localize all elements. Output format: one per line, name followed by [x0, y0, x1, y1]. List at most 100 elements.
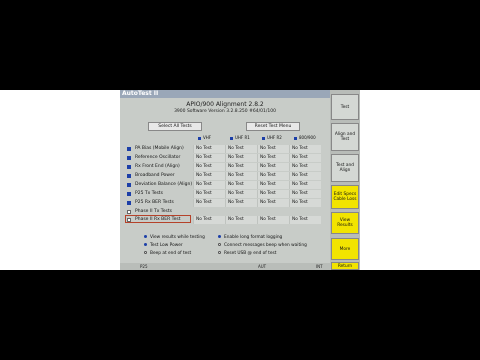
test-row-reference-oscillator[interactable]: Reference Oscillator No Test No Test No …: [125, 154, 321, 162]
result-cell: No Test: [289, 172, 321, 180]
status-aut: AUT: [258, 264, 267, 269]
option-label: Connect messages beep when waiting: [224, 243, 307, 248]
result-cell: No Test: [289, 199, 321, 207]
select-all-tests-button[interactable]: Select All Tests: [148, 122, 202, 131]
option-beep-end[interactable]: Beep at end of test: [144, 251, 191, 256]
checkbox-icon[interactable]: [127, 201, 131, 205]
option-view-results[interactable]: View results while testing: [144, 235, 205, 240]
column-vhf[interactable]: VHF: [198, 135, 211, 140]
result-cell: No Test: [225, 216, 257, 224]
result-cell: No Test: [225, 145, 257, 153]
checkbox-icon[interactable]: [127, 174, 131, 178]
checkbox-icon: [198, 136, 201, 140]
test-row-broadband-power[interactable]: Broadband Power No Test No Test No Test …: [125, 172, 321, 180]
status-bar: P25 AUT INT: [120, 263, 330, 270]
softkey-test-and-align[interactable]: Test and Align: [331, 154, 359, 182]
result-cell: No Test: [289, 145, 321, 153]
option-label: Reset USB @ end of test: [224, 251, 277, 256]
radio-icon: [144, 251, 147, 254]
softkey-view-results[interactable]: View Results: [331, 212, 359, 234]
result-cell: No Test: [193, 181, 225, 189]
reset-test-menu-button[interactable]: Reset Test Menu: [246, 122, 300, 131]
test-label: PA Bias (Mobile Align): [135, 146, 184, 151]
window-titlebar: AutoTest II: [120, 90, 330, 98]
status-int: INT: [316, 264, 323, 269]
screen: AutoTest II APIO/900 Alignment 2.8.2 390…: [0, 90, 480, 270]
option-test-low-power[interactable]: Test Low Power: [144, 243, 183, 248]
checkbox-icon[interactable]: [127, 210, 131, 214]
test-row-rx-front-end[interactable]: Rx Front End (Align) No Test No Test No …: [125, 163, 321, 171]
result-cell: No Test: [257, 163, 289, 171]
result-cell: No Test: [257, 172, 289, 180]
result-cell: No Test: [225, 199, 257, 207]
column-800-900[interactable]: 800/900: [294, 135, 316, 140]
selection-highlight: [125, 215, 191, 223]
result-cell: No Test: [225, 172, 257, 180]
column-uhf-r2[interactable]: UHF R2: [262, 135, 282, 140]
softkey-return[interactable]: Return: [331, 262, 359, 270]
radio-icon: [218, 243, 221, 246]
radio-icon: [218, 235, 221, 238]
checkbox-icon[interactable]: [127, 183, 131, 187]
option-label: View results while testing: [150, 235, 205, 240]
result-cell: No Test: [225, 154, 257, 162]
radio-icon: [218, 251, 221, 254]
result-cell: No Test: [257, 190, 289, 198]
checkbox-icon[interactable]: [127, 147, 131, 151]
checkbox-icon: [230, 136, 233, 140]
checkbox-icon[interactable]: [127, 165, 131, 169]
page-title: APIO/900 Alignment 2.8.2: [186, 101, 264, 108]
result-cell: No Test: [225, 163, 257, 171]
result-cell: No Test: [193, 163, 225, 171]
result-cell: No Test: [225, 190, 257, 198]
result-cell: No Test: [193, 199, 225, 207]
software-version: 3900 Software Version 3.2.8.250 #64/01/1…: [174, 109, 276, 114]
option-connect-beep[interactable]: Connect messages beep when waiting: [218, 243, 307, 248]
result-cell: No Test: [193, 190, 225, 198]
column-label: 800/900: [299, 135, 316, 140]
option-label: Test Low Power: [150, 243, 183, 248]
result-cell: No Test: [193, 154, 225, 162]
checkbox-icon[interactable]: [127, 156, 131, 160]
test-row-p25-rx-ber[interactable]: P25 Rx BER Tests No Test No Test No Test…: [125, 199, 321, 207]
result-cell: No Test: [257, 145, 289, 153]
checkbox-icon[interactable]: [127, 192, 131, 196]
softkey-more[interactable]: More: [331, 238, 359, 260]
column-label: UHF R2: [267, 135, 282, 140]
test-row-pa-bias[interactable]: PA Bias (Mobile Align) No Test No Test N…: [125, 145, 321, 153]
column-uhf-r1[interactable]: UHF R1: [230, 135, 250, 140]
checkbox-icon: [294, 136, 297, 140]
column-label: UHF R1: [235, 135, 250, 140]
result-cell: No Test: [289, 181, 321, 189]
test-row-deviation-balance[interactable]: Deviation Balance (Align) No Test No Tes…: [125, 181, 321, 189]
test-label: Deviation Balance (Align): [135, 182, 193, 187]
result-cell: No Test: [193, 145, 225, 153]
result-cell: No Test: [289, 190, 321, 198]
softkey-panel: Test Align and Test Test and Align Edit …: [330, 90, 360, 270]
test-label: P25 Tx Tests: [135, 191, 163, 196]
app-window: AutoTest II APIO/900 Alignment 2.8.2 390…: [120, 90, 360, 270]
result-cell: No Test: [289, 154, 321, 162]
result-cell: No Test: [257, 181, 289, 189]
result-cell: No Test: [257, 216, 289, 224]
softkey-edit-specs[interactable]: Edit Specs Cable Loss: [331, 185, 359, 209]
option-long-logging[interactable]: Enable long format logging: [218, 235, 282, 240]
option-label: Beep at end of test: [150, 251, 192, 256]
result-cell: No Test: [193, 216, 225, 224]
status-mode: P25: [140, 264, 148, 269]
result-cell: No Test: [225, 181, 257, 189]
checkbox-icon: [262, 136, 265, 140]
test-label: Reference Oscillator: [135, 155, 181, 160]
test-label: Rx Front End (Align): [135, 164, 180, 169]
column-label: VHF: [203, 135, 212, 140]
result-cell: No Test: [257, 199, 289, 207]
result-cell: No Test: [289, 163, 321, 171]
radio-icon: [144, 235, 147, 238]
result-cell: No Test: [193, 172, 225, 180]
option-reset-usb[interactable]: Reset USB @ end of test: [218, 251, 276, 256]
softkey-test[interactable]: Test: [331, 94, 359, 120]
test-label: Broadband Power: [135, 173, 175, 178]
softkey-align-and-test[interactable]: Align and Test: [331, 123, 359, 151]
option-label: Enable long format logging: [224, 235, 283, 240]
test-row-p25-tx[interactable]: P25 Tx Tests No Test No Test No Test No …: [125, 190, 321, 198]
